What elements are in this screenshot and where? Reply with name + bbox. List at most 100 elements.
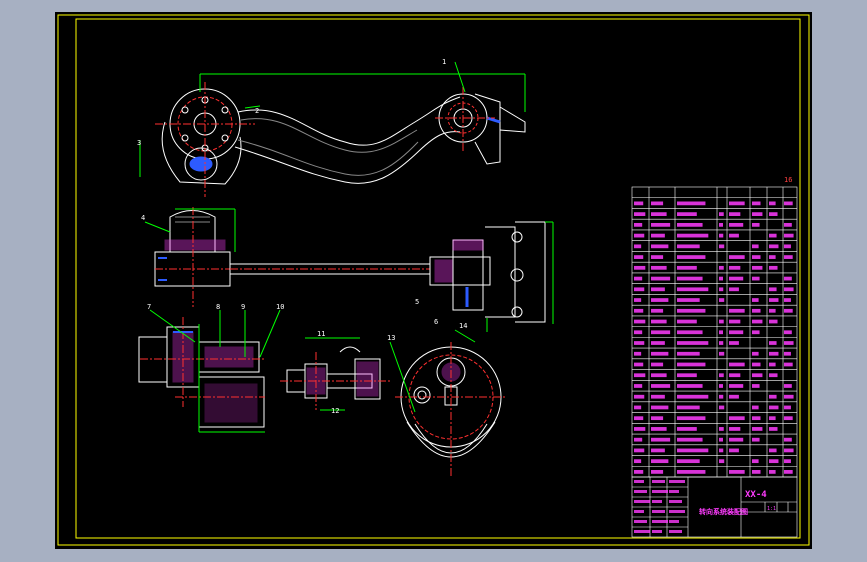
callout: 1 — [442, 58, 446, 66]
entry-mark — [784, 330, 792, 335]
entry-mark — [634, 362, 644, 367]
entry-mark — [769, 255, 776, 259]
entry-mark — [719, 233, 724, 238]
drawing-number: XX-4 — [745, 490, 767, 500]
entry-mark — [634, 233, 645, 238]
entry-mark — [729, 265, 741, 270]
entry-mark — [634, 287, 645, 292]
callout: 13 — [387, 334, 395, 342]
entry-mark — [677, 319, 697, 324]
entry-mark — [677, 362, 706, 367]
entry-mark — [677, 394, 709, 399]
entry-mark — [651, 427, 667, 431]
entry-mark — [651, 330, 671, 335]
entry-mark — [729, 319, 741, 324]
entry-mark — [651, 287, 665, 292]
title-entry-mark — [652, 510, 665, 513]
entry-mark — [752, 265, 763, 270]
entry-mark — [769, 212, 778, 216]
drawing-scale: 1:1 — [767, 506, 776, 512]
entry-mark — [729, 233, 739, 238]
entry-mark — [729, 276, 744, 281]
title-entry-mark — [634, 530, 650, 533]
title-entry-mark — [669, 530, 682, 533]
cam-detail-view — [389, 329, 507, 477]
entry-mark — [651, 351, 669, 356]
entry-mark — [752, 373, 763, 378]
entry-mark — [719, 330, 723, 335]
entry-mark — [784, 298, 791, 302]
entry-mark — [677, 341, 709, 345]
entry-mark — [677, 265, 697, 270]
entry-mark — [634, 373, 646, 378]
entry-mark — [784, 405, 791, 410]
title-entry-mark — [669, 520, 679, 523]
entry-mark — [784, 201, 793, 206]
entry-mark — [651, 222, 671, 227]
entry-mark — [784, 244, 791, 249]
entry-mark — [677, 437, 703, 442]
entry-mark — [719, 319, 724, 324]
cad-viewport[interactable]: 1 2 3 4 5 6 7 8 9 10 11 12 13 14 16 XX-4… — [55, 12, 812, 549]
callout: 2 — [255, 107, 259, 115]
entry-mark — [651, 448, 665, 453]
entry-mark — [677, 222, 703, 227]
entry-mark — [719, 222, 723, 227]
entry-mark — [769, 373, 778, 378]
entry-mark — [769, 394, 777, 399]
entry-mark — [634, 255, 644, 259]
entry-mark — [752, 351, 759, 356]
title-entry-mark — [669, 490, 679, 493]
entry-mark — [677, 308, 706, 313]
entry-mark — [634, 448, 645, 453]
title-entry-mark — [669, 510, 685, 513]
entry-mark — [651, 276, 671, 281]
entry-mark — [752, 276, 760, 281]
entry-mark — [634, 394, 645, 399]
entry-mark — [769, 405, 779, 410]
entry-mark — [784, 459, 791, 464]
tie-rod-view — [144, 207, 554, 332]
entry-mark — [729, 362, 745, 367]
title-entry-mark — [652, 520, 668, 523]
entry-mark — [729, 330, 744, 335]
entry-mark — [634, 330, 643, 335]
entry-mark — [651, 362, 664, 367]
title-entry-mark — [669, 480, 685, 483]
callout: 10 — [276, 303, 284, 311]
entry-mark — [677, 287, 709, 292]
entry-mark — [634, 212, 646, 216]
entry-mark — [729, 212, 741, 216]
callout: 8 — [216, 303, 220, 311]
entry-mark — [729, 427, 741, 431]
entry-mark — [651, 212, 667, 216]
entry-mark — [784, 341, 794, 345]
entry-mark — [634, 459, 642, 464]
entry-mark — [677, 351, 700, 356]
entry-mark — [634, 244, 642, 249]
title-entry-mark — [634, 500, 650, 503]
entry-mark — [784, 351, 791, 356]
entry-mark — [651, 394, 665, 399]
entry-mark — [677, 255, 706, 259]
entry-mark — [651, 298, 669, 302]
entry-mark — [729, 394, 739, 399]
entry-mark — [752, 470, 761, 474]
entry-mark — [784, 437, 792, 442]
entry-mark — [769, 362, 776, 367]
entry-mark — [651, 373, 667, 378]
entry-mark — [784, 448, 794, 453]
entry-mark — [677, 448, 709, 453]
entry-mark — [677, 212, 697, 216]
callout: 5 — [415, 298, 419, 306]
assembly-drawing: 1 2 3 4 5 6 7 8 9 10 11 12 13 14 16 XX-4… — [57, 14, 810, 546]
entry-mark — [651, 233, 665, 238]
entry-mark — [719, 287, 724, 292]
title-entry-mark — [652, 530, 662, 533]
callout: 3 — [137, 139, 141, 147]
entry-mark — [634, 308, 644, 313]
entry-mark — [784, 255, 793, 259]
entry-mark — [769, 341, 777, 345]
callout: 9 — [241, 303, 245, 311]
entry-mark — [719, 448, 724, 453]
